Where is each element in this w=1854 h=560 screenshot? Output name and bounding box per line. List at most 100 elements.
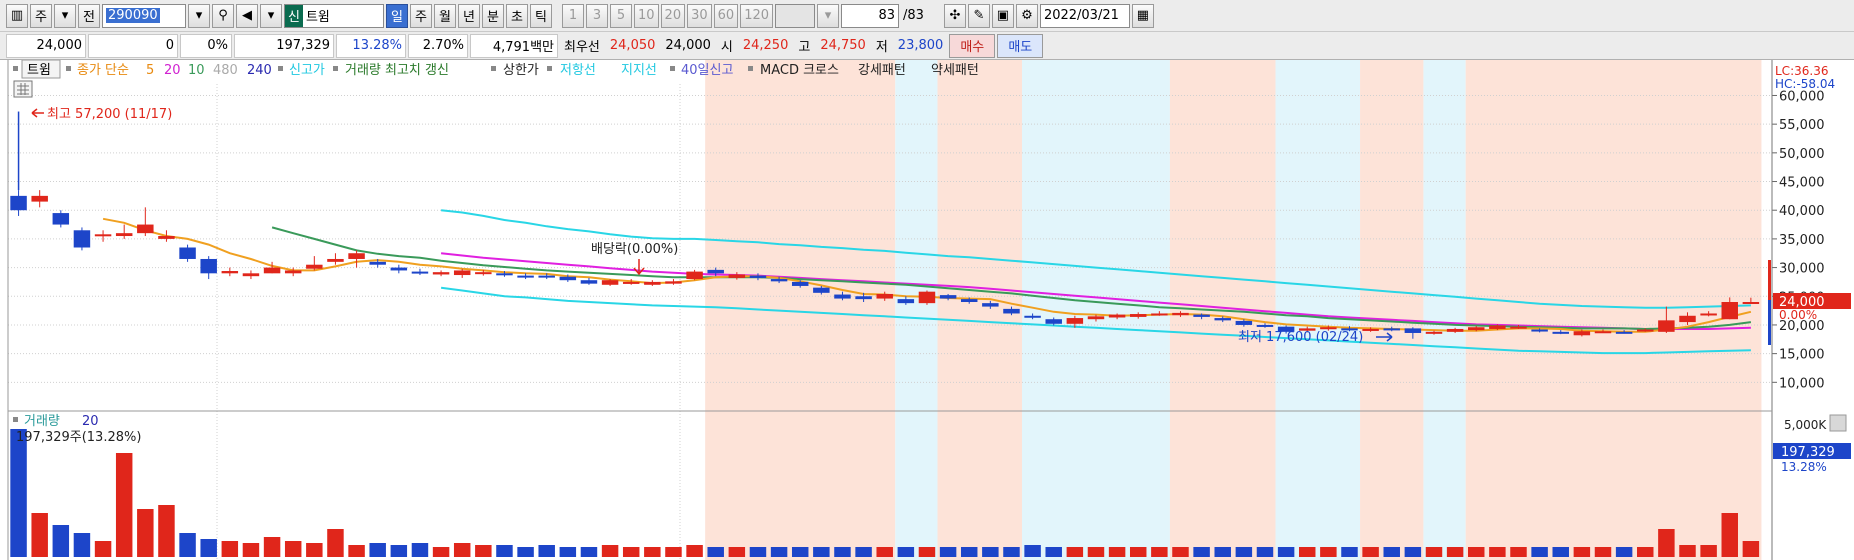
candle-body <box>1615 331 1633 334</box>
candle-body <box>1489 325 1506 329</box>
save-icon[interactable]: ▣ <box>991 3 1014 28</box>
candle-body <box>982 303 999 307</box>
volume-bar <box>1510 547 1527 557</box>
draw-tool-icon[interactable]: ✎ <box>967 3 990 28</box>
volume-bar <box>1320 547 1337 557</box>
volume-bar <box>665 547 682 557</box>
volume-bar <box>770 547 788 557</box>
weak-pattern-zone <box>1275 60 1361 560</box>
volume-bar <box>1468 547 1485 557</box>
min-60[interactable]: 60 <box>713 3 739 28</box>
min-5[interactable]: 5 <box>610 3 632 28</box>
candle-body <box>1531 329 1548 332</box>
min-30[interactable]: 30 <box>687 3 712 28</box>
date-input[interactable]: 2022/03/21 <box>1039 3 1130 28</box>
high-annotation: 최고 57,200 (11/17) <box>47 107 172 122</box>
quote-bar: 24,000 0 0% 197,329 13.28% 2.70% 4,791백만… <box>0 32 1854 60</box>
volume-bar <box>601 545 619 557</box>
volume-bar <box>517 547 534 557</box>
min-10[interactable]: 10 <box>634 3 659 28</box>
code-dropdown-icon[interactable]: ▾ <box>188 3 210 28</box>
period-minute[interactable]: 분 <box>482 3 504 28</box>
legend-volhigh: 거래량 최고치 갱신 <box>345 63 449 78</box>
volume-bar <box>1615 547 1633 557</box>
candle-body <box>453 270 471 276</box>
legend-upper: 상한가 <box>503 63 539 78</box>
calendar-icon[interactable]: ▦ <box>1131 3 1154 28</box>
min-3[interactable]: 3 <box>586 3 608 28</box>
prev-button[interactable]: 전 <box>78 3 100 28</box>
volume-bar <box>876 547 893 557</box>
candle-body <box>644 281 661 285</box>
candle-body <box>31 195 48 202</box>
type-select[interactable]: 주 <box>30 3 52 28</box>
gear-icon[interactable]: ⚙ <box>1015 3 1038 28</box>
candle-body <box>1510 326 1527 329</box>
speaker-icon[interactable]: ◀ <box>236 3 258 28</box>
volume-bar <box>1172 547 1189 557</box>
stock-name-field[interactable]: 신 트윔 <box>284 3 384 28</box>
legend-support: 지지선 <box>621 63 657 78</box>
legend-newhigh: 신고가 <box>289 63 325 78</box>
buy-button[interactable]: 매수 <box>949 33 996 58</box>
chart-area[interactable]: 10,00015,00020,00025,00030,00035,00040,0… <box>0 60 1854 560</box>
custom-period-field[interactable] <box>775 3 816 28</box>
layout-icon[interactable]: ▥ <box>6 3 28 28</box>
speaker-dropdown-icon[interactable]: ▾ <box>260 3 282 28</box>
search-icon[interactable]: ⚲ <box>212 3 234 28</box>
count-total: /83 <box>903 8 924 23</box>
candle-body <box>770 279 788 282</box>
panel-resize-icon[interactable] <box>1829 414 1847 432</box>
min-120[interactable]: 120 <box>740 3 774 28</box>
crosshair-icon[interactable]: ✣ <box>943 3 966 28</box>
legend-marker <box>670 66 675 71</box>
legend-ma20: 20 <box>164 63 181 78</box>
candle-body <box>1003 308 1020 314</box>
candle-body <box>1552 331 1569 334</box>
legend-newhigh40: 40일신고 <box>681 63 733 78</box>
chevron-down-icon[interactable]: ▾ <box>54 3 76 28</box>
volume-bar <box>686 545 703 557</box>
legend-weak: 약세패턴 <box>931 63 979 78</box>
period-week[interactable]: 주 <box>410 3 432 28</box>
volume-bar <box>1742 541 1760 557</box>
candle-body <box>327 258 344 262</box>
volume-bar <box>855 547 872 557</box>
count-input[interactable]: 83 <box>841 3 900 28</box>
volume-bar <box>179 533 196 557</box>
candle-body <box>918 291 936 304</box>
candle-body <box>559 276 577 281</box>
candle-body <box>1594 331 1612 334</box>
volume-bar <box>1594 547 1612 557</box>
period-day[interactable]: 일 <box>386 3 408 28</box>
best-bid-value: 24,050 <box>609 38 656 53</box>
period-year[interactable]: 년 <box>458 3 480 28</box>
min-20[interactable]: 20 <box>660 3 686 28</box>
legend-ma5: 5 <box>146 63 154 78</box>
period-second[interactable]: 초 <box>506 3 528 28</box>
volume-bar <box>1700 545 1717 557</box>
pct-tag-value: 0.00% <box>1779 308 1817 322</box>
volume-bar <box>559 547 577 557</box>
volume-bar <box>538 545 555 557</box>
market-badge: 신 <box>285 4 303 27</box>
grid-toggle-icon[interactable] <box>13 80 33 98</box>
custom-period-dropdown-icon[interactable]: ▾ <box>817 3 840 28</box>
volume-bar <box>707 547 724 557</box>
volume-bar <box>348 545 365 557</box>
candle-body <box>538 275 555 278</box>
volume-bar <box>834 547 851 557</box>
sell-button[interactable]: 매도 <box>997 33 1044 58</box>
period-tick[interactable]: 틱 <box>530 3 552 28</box>
y-tick-label: 45,000 <box>1779 176 1825 191</box>
min-1[interactable]: 1 <box>562 3 584 28</box>
candle-body <box>1700 313 1717 316</box>
candle-body <box>1446 328 1464 332</box>
y-tick-label: 30,000 <box>1779 262 1825 277</box>
period-month[interactable]: 월 <box>434 3 456 28</box>
candle-body <box>1024 315 1041 318</box>
candle-body <box>1256 324 1274 327</box>
code-input[interactable]: 290090 <box>102 3 186 28</box>
volume-bar <box>137 509 154 557</box>
volume-bar <box>1489 547 1506 557</box>
